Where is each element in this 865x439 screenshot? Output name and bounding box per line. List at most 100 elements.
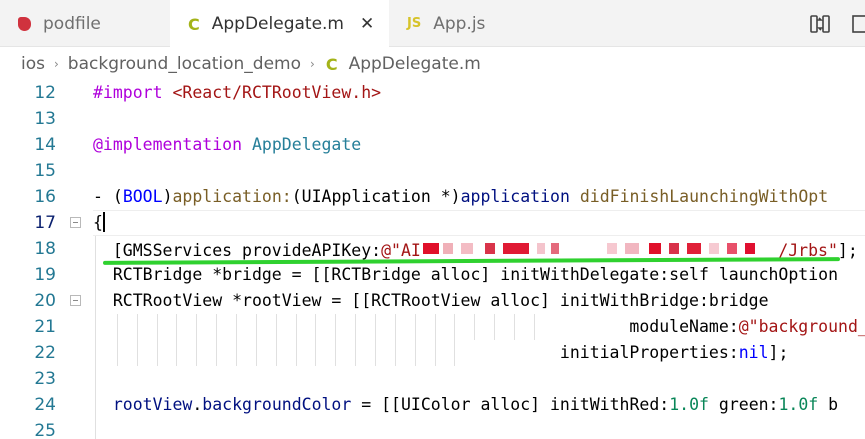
line-number: 12 [34, 83, 56, 103]
tab-appdelegate[interactable]: C AppDelegate.m ✕ [170, 0, 389, 48]
code-token: ]; [768, 343, 789, 362]
code-token: <React/RCTRootView.h> [172, 83, 382, 102]
code-token: green: [708, 395, 779, 414]
split-editor-icon[interactable] [850, 12, 865, 36]
line-number: 13 [34, 109, 56, 129]
code-token: { [93, 213, 103, 232]
line-number: 15 [34, 161, 56, 181]
code-token: . [192, 395, 203, 414]
code-token: 1.0f [669, 395, 709, 414]
code-token: nil [738, 343, 769, 362]
code-text: @implementation AppDelegate [93, 132, 361, 158]
code-line[interactable]: 24 rootView.backgroundColor = [[UIColor … [0, 392, 865, 418]
code-text: #import <React/RCTRootView.h> [93, 80, 381, 106]
code-token: backgroundColor [202, 395, 352, 414]
code-line[interactable]: 17 { [0, 210, 865, 236]
compare-changes-icon[interactable] [808, 12, 832, 36]
redaction-block [726, 243, 737, 254]
line-number: 22 [34, 343, 56, 363]
redaction-block [442, 243, 453, 254]
code-line[interactable]: 22 initialProperties:nil]; [0, 340, 865, 366]
tab-appjs[interactable]: JS App.js [389, 0, 509, 47]
code-token: RCTRootView *rootView = [[RCTRootView al… [93, 291, 769, 310]
redacted-api-key [421, 236, 778, 256]
ruby-icon [18, 16, 31, 31]
code-line[interactable]: 25 [0, 418, 865, 439]
code-token: [GMSServices provideAPIKey: [93, 241, 382, 260]
code-token: initialProperties: [93, 343, 739, 362]
code-token: ) [162, 187, 173, 206]
line-number: 25 [34, 421, 56, 439]
line-number: 21 [34, 317, 56, 337]
code-token: - ( [93, 187, 123, 206]
code-token: didFinishLaunchingWithOpt [579, 187, 829, 206]
breadcrumb-item-folder[interactable]: background_location_demo [68, 54, 301, 74]
js-file-icon: JS [407, 16, 422, 31]
tab-podfile[interactable]: podfile [0, 0, 170, 47]
redaction-block [708, 243, 719, 254]
line-number: 18 [34, 239, 56, 259]
redaction-block [422, 243, 439, 254]
tab-label: podfile [43, 13, 101, 34]
code-text: RCTRootView *rootView = [[RCTRootView al… [93, 288, 769, 314]
code-token: (UIApplication *) [291, 187, 461, 206]
c-file-icon: C [325, 54, 338, 74]
code-token: b [818, 395, 839, 414]
breadcrumb: ios › background_location_demo › C AppDe… [0, 48, 865, 80]
code-token: moduleName: [93, 317, 739, 336]
redaction-block [686, 243, 701, 254]
redaction-block [648, 243, 661, 254]
code-text: { [93, 210, 105, 236]
code-text: - (BOOL)application:(UIApplication *)app… [93, 184, 828, 210]
code-token: rootView [112, 395, 193, 414]
code-text: rootView.backgroundColor = [[UIColor all… [93, 392, 838, 418]
indent-guide [95, 366, 96, 392]
redaction-block [484, 243, 495, 254]
code-line[interactable]: 15 [0, 158, 865, 184]
current-line-highlight [93, 210, 865, 236]
line-number: 24 [34, 395, 56, 415]
redaction-block [550, 243, 559, 254]
indent-guide [95, 418, 96, 439]
code-line[interactable]: 13 [0, 106, 865, 132]
code-token: ]; [837, 241, 858, 260]
code-text: initialProperties:nil]; [93, 340, 789, 366]
line-number: 23 [34, 369, 56, 389]
redaction-block [606, 243, 617, 254]
line-number: 14 [34, 135, 56, 155]
breadcrumb-item-file[interactable]: AppDelegate.m [349, 54, 481, 74]
code-token: RCTBridge *bridge = [[RCTBridge alloc] i… [93, 265, 839, 284]
code-line[interactable]: 23 [0, 366, 865, 392]
code-token: #import [93, 83, 173, 102]
code-line[interactable]: 16 - (BOOL)application:(UIApplication *)a… [0, 184, 865, 210]
code-token: application: [172, 187, 292, 206]
tab-label: AppDelegate.m [211, 14, 344, 34]
code-line[interactable]: 14 @implementation AppDelegate [0, 132, 865, 158]
tab-label: App.js [433, 13, 486, 34]
redaction-block [744, 243, 755, 254]
tab-bar: podfile C AppDelegate.m ✕ JS App.js [0, 0, 865, 48]
chevron-right-icon: › [53, 57, 59, 71]
code-token: application [460, 187, 580, 206]
code-token: @implementation [93, 135, 252, 154]
code-editor[interactable]: 12 #import <React/RCTRootView.h> 13 14 @impl… [0, 80, 865, 439]
redaction-block [668, 243, 679, 254]
code-line[interactable]: 19 RCTBridge *bridge = [[RCTBridge alloc… [0, 262, 865, 288]
code-text: RCTBridge *bridge = [[RCTBridge alloc] i… [93, 262, 838, 288]
line-number: 20 [34, 291, 56, 311]
redaction-block [536, 243, 545, 254]
fold-collapse-icon[interactable] [70, 295, 81, 306]
close-icon[interactable]: ✕ [360, 14, 374, 34]
code-token: = [[UIColor alloc] initWithRed: [351, 395, 670, 414]
fold-collapse-icon[interactable] [70, 217, 81, 228]
code-line[interactable]: 20 RCTRootView *rootView = [[RCTRootView… [0, 288, 865, 314]
c-file-icon: C [188, 14, 200, 34]
redaction-block [502, 243, 529, 254]
code-token: 1.0f [778, 395, 819, 414]
chevron-right-icon: › [310, 57, 315, 71]
code-token: @"background_ [738, 317, 865, 336]
code-line[interactable]: 12 #import <React/RCTRootView.h> [0, 80, 865, 106]
code-line[interactable]: 21 moduleName:@"background_ [0, 314, 865, 340]
breadcrumb-item-ios[interactable]: ios [21, 54, 45, 74]
